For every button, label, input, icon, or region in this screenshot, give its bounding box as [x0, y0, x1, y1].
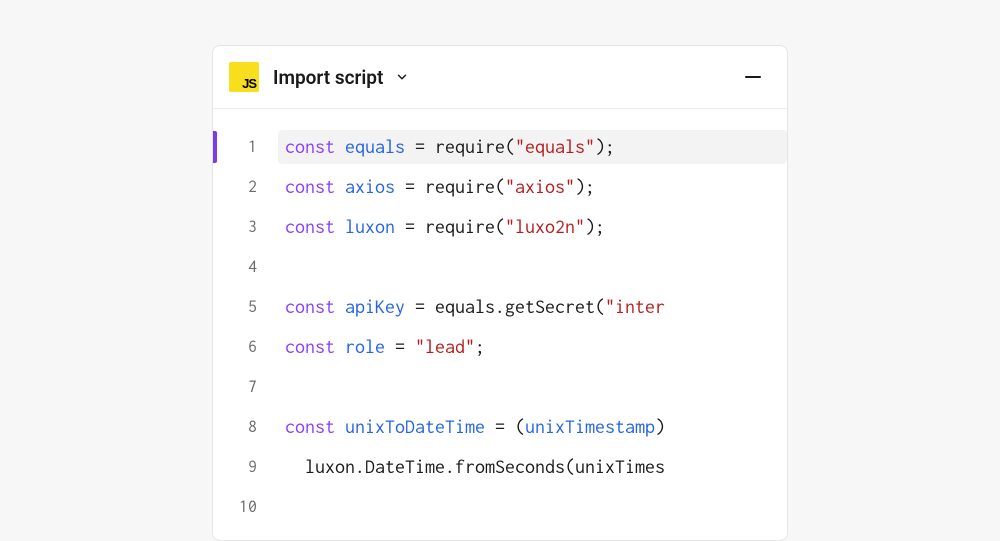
token-default: = equals.getSecret(	[405, 296, 605, 317]
token-default: = require(	[395, 216, 505, 237]
code-line[interactable]: 2const axios = require("axios");	[213, 167, 787, 207]
token-default: = require(	[395, 176, 505, 197]
chevron-down-icon	[395, 70, 409, 84]
code-line[interactable]: 4	[213, 247, 787, 287]
token-default: );	[575, 176, 595, 197]
token-variable: role	[345, 336, 385, 357]
token-variable: unixTimestamp	[525, 416, 655, 437]
code-line[interactable]: 9 luxon.DateTime.fromSeconds(unixTimes	[213, 447, 787, 487]
token-keyword: const	[285, 296, 335, 317]
token-keyword: const	[285, 416, 335, 437]
line-content: const unixToDateTime = (unixTimestamp)	[265, 417, 665, 437]
token-keyword: const	[285, 176, 335, 197]
line-number: 4	[223, 258, 265, 276]
token-string: "equals"	[515, 136, 595, 157]
line-number: 8	[223, 418, 265, 436]
code-line[interactable]: 8const unixToDateTime = (unixTimestamp)	[213, 407, 787, 447]
token-string: "luxo2n"	[505, 216, 585, 237]
token-default	[335, 176, 345, 197]
line-number: 2	[223, 178, 265, 196]
code-line[interactable]: 6const role = "lead";	[213, 327, 787, 367]
line-content: const apiKey = equals.getSecret("inter	[265, 297, 665, 317]
minimize-button[interactable]	[739, 63, 767, 91]
code-area[interactable]: 1const equals = require("equals");2const…	[213, 109, 787, 540]
token-default: );	[585, 216, 605, 237]
token-variable: apiKey	[345, 296, 405, 317]
gutter-marker	[213, 131, 217, 163]
token-keyword: const	[285, 136, 335, 157]
line-number: 10	[223, 498, 265, 516]
code-line[interactable]: 3const luxon = require("luxo2n");	[213, 207, 787, 247]
token-keyword: const	[285, 336, 335, 357]
editor-title: Import script	[273, 66, 383, 89]
token-default	[335, 136, 345, 157]
token-default: = require(	[405, 136, 515, 157]
token-variable: unixToDateTime	[345, 416, 485, 437]
code-line[interactable]: 10	[213, 487, 787, 527]
token-default: =	[385, 336, 415, 357]
line-number: 5	[223, 298, 265, 316]
token-default	[335, 216, 345, 237]
badge-text: JS	[242, 76, 256, 91]
line-content: const role = "lead";	[265, 337, 485, 357]
line-content: luxon.DateTime.fromSeconds(unixTimes	[265, 457, 665, 477]
js-language-badge: JS	[229, 62, 259, 92]
editor-header: JS Import script	[213, 46, 787, 109]
line-number: 6	[223, 338, 265, 356]
token-default: = (	[485, 416, 525, 437]
code-line[interactable]: 7	[213, 367, 787, 407]
title-dropdown-button[interactable]	[393, 68, 411, 86]
line-content: const luxon = require("luxo2n");	[265, 217, 605, 237]
token-default	[335, 296, 345, 317]
line-number: 3	[223, 218, 265, 236]
token-default: ;	[475, 336, 485, 357]
code-line[interactable]: 5const apiKey = equals.getSecret("inter	[213, 287, 787, 327]
token-string: "axios"	[505, 176, 575, 197]
token-variable: equals	[345, 136, 405, 157]
line-number: 1	[223, 138, 265, 156]
line-number: 9	[223, 458, 265, 476]
token-default: );	[595, 136, 615, 157]
token-string: "inter	[605, 296, 665, 317]
line-content: const equals = require("equals");	[265, 137, 615, 157]
code-editor-window: JS Import script 1const equals = require…	[212, 45, 788, 541]
line-content: const axios = require("axios");	[265, 177, 595, 197]
code-line[interactable]: 1const equals = require("equals");	[213, 127, 787, 167]
token-variable: luxon	[345, 216, 395, 237]
token-default: )	[655, 416, 665, 437]
line-number: 7	[223, 378, 265, 396]
minimize-icon	[745, 76, 761, 78]
token-default	[335, 336, 345, 357]
token-default: luxon.DateTime.fromSeconds(unixTimes	[285, 456, 665, 477]
token-keyword: const	[285, 216, 335, 237]
token-string: "lead"	[415, 336, 475, 357]
token-variable: axios	[345, 176, 395, 197]
token-default	[335, 416, 345, 437]
